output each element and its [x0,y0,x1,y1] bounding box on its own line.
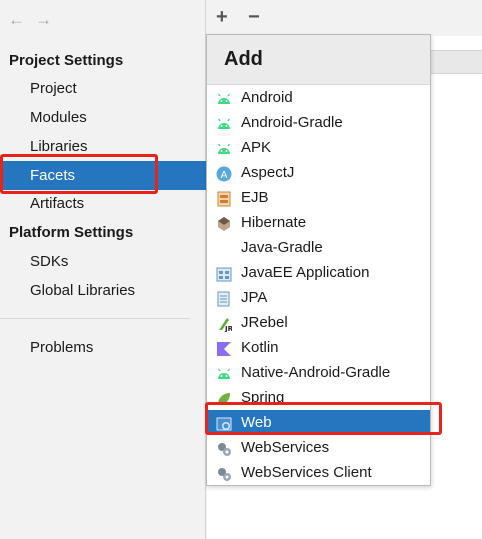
jpa-icon [216,290,232,307]
facet-item-web[interactable]: Web [207,410,430,435]
sidebar-item-project[interactable]: Project [0,74,206,103]
facet-item-label: JPA [241,289,268,306]
facet-item-label: Kotlin [241,339,279,356]
facet-item-hibernate[interactable]: Hibernate [207,210,430,235]
ejb-icon [216,190,232,207]
facet-item-webservices-client[interactable]: WebServices Client [207,460,430,485]
popup-title: Add [207,35,430,85]
jrebel-icon: JR [216,315,234,333]
kotlin-icon [216,340,232,356]
facet-item-label: EJB [241,189,269,206]
facet-item-java-gradle[interactable]: Java-Gradle [207,235,430,260]
facet-item-label: JavaEE Application [241,264,370,281]
facet-item-jpa[interactable]: JPA [207,285,430,310]
facets-toolbar: + − [207,0,482,36]
facet-item-kotlin[interactable]: Kotlin [207,335,430,360]
android-icon [216,140,232,156]
facet-item-label: AspectJ [241,164,295,181]
facet-item-label: Android-Gradle [241,114,343,131]
android-icon [216,365,232,381]
spring-icon [216,390,232,406]
svg-text:A: A [221,170,228,181]
settings-sidebar: ← → Project Settings Project Modules Libr… [0,0,206,539]
facet-item-label: Native-Android-Gradle [241,364,391,381]
content-header-strip [430,50,482,74]
back-arrow-icon[interactable]: ← [8,10,29,30]
sidebar-item-sdks[interactable]: SDKs [0,247,206,276]
facet-item-android[interactable]: Android [207,85,430,110]
aspectj-icon: A [216,165,232,182]
svg-text:JR: JR [224,325,232,332]
javaee-icon [216,265,232,282]
sidebar-item-modules[interactable]: Modules [0,103,206,132]
facet-item-label: Web [241,414,272,431]
hibernate-icon [216,215,232,231]
facet-item-label: APK [241,139,272,156]
add-facet-popup: Add Android Android-Gradle APK A AspectJ… [206,34,431,486]
add-facet-button[interactable]: + [216,6,228,28]
sidebar-item-libraries[interactable]: Libraries [0,132,206,161]
facet-item-label: Hibernate [241,214,307,231]
facet-item-apk[interactable]: APK [207,135,430,160]
webservices-icon [216,440,232,456]
facet-item-javaee-application[interactable]: JavaEE Application [207,260,430,285]
facet-item-label: Java-Gradle [241,239,323,256]
facet-item-spring[interactable]: Spring [207,385,430,410]
history-nav: ← → [8,10,62,30]
sidebar-item-problems[interactable]: Problems [0,333,206,362]
sidebar-item-facets[interactable]: Facets [0,161,206,190]
forward-arrow-icon[interactable]: → [35,10,56,30]
facet-item-label: JRebel [241,314,288,331]
remove-facet-button[interactable]: − [248,6,260,28]
platform-settings-heading: Platform Settings [9,224,134,241]
project-settings-heading: Project Settings [9,52,124,69]
facet-item-label: Android [241,89,293,106]
facet-item-label: WebServices [241,439,330,456]
facet-item-android-gradle[interactable]: Android-Gradle [207,110,430,135]
facet-item-native-android-gradle[interactable]: Native-Android-Gradle [207,360,430,385]
sidebar-item-global-libraries[interactable]: Global Libraries [0,276,206,305]
facet-item-webservices[interactable]: WebServices [207,435,430,460]
sidebar-item-artifacts[interactable]: Artifacts [0,189,206,218]
facet-item-label: WebServices Client [241,464,372,481]
android-icon [216,115,232,131]
facet-item-label: Spring [241,389,285,406]
facet-item-ejb[interactable]: EJB [207,185,430,210]
webservices-client-icon [216,465,232,481]
sidebar-divider [0,318,190,319]
facet-item-aspectj[interactable]: A AspectJ [207,160,430,185]
web-icon [216,415,232,431]
facet-item-jrebel[interactable]: JR JRebel [207,310,430,335]
android-icon [216,90,232,106]
